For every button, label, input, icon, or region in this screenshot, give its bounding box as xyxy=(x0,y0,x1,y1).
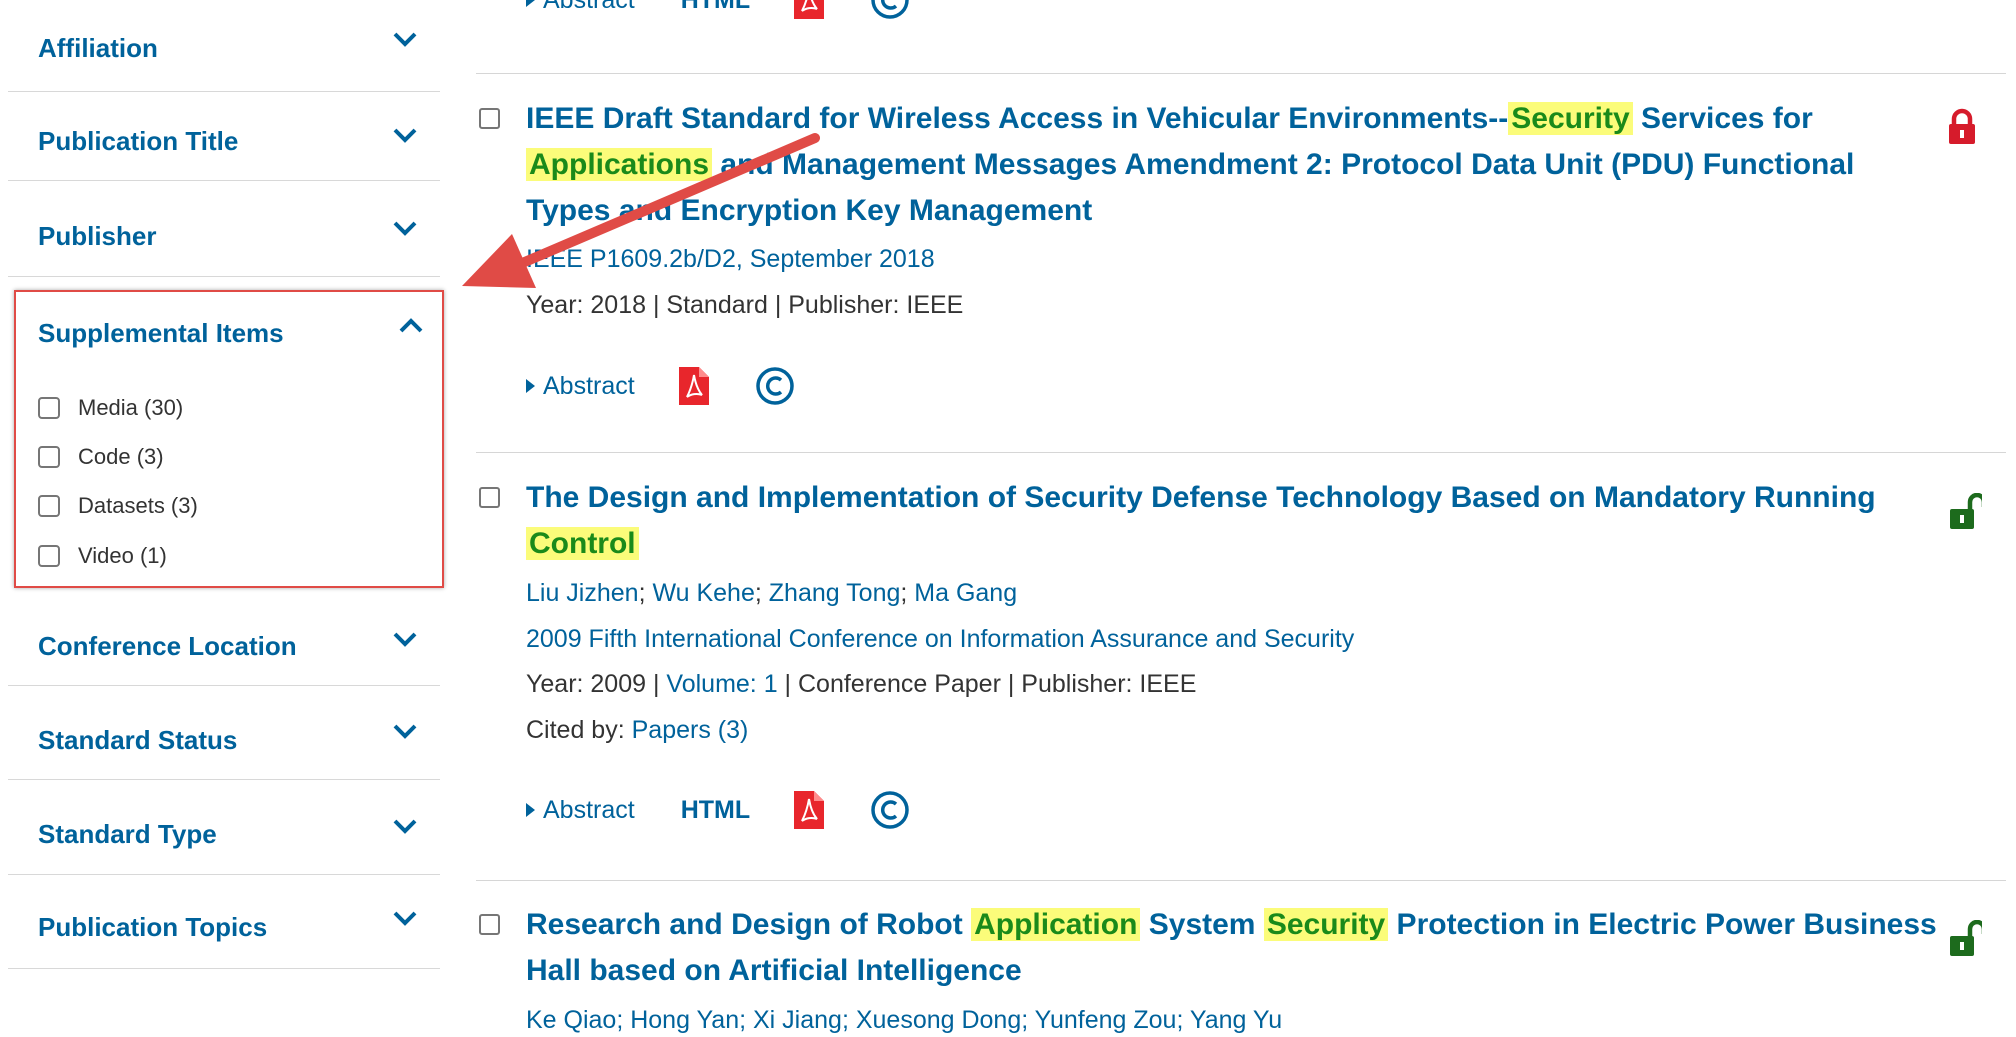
chevron-down-icon[interactable] xyxy=(392,126,418,146)
search-highlight: Control xyxy=(526,527,639,560)
title-text: System xyxy=(1140,908,1264,941)
copyright-icon[interactable] xyxy=(870,0,910,20)
chevron-down-icon[interactable] xyxy=(392,30,418,50)
result-checkbox[interactable] xyxy=(479,487,500,508)
title-text: IEEE Draft Standard for Wireless Access … xyxy=(526,102,1509,135)
abstract-label: Abstract xyxy=(543,795,635,824)
publication-source-link[interactable]: IEEE P1609.2b/D2, September 2018 xyxy=(526,242,935,276)
abstract-toggle[interactable]: Abstract xyxy=(526,796,635,825)
authors[interactable]: Ke Qiao; Hong Yan; Xi Jiang; Xuesong Don… xyxy=(526,1003,1282,1037)
result-meta: Year: 2018 | Standard | Publisher: IEEE xyxy=(526,291,964,319)
result-actions: Abstract xyxy=(526,364,795,408)
search-highlight: Security xyxy=(1508,102,1633,135)
facet-publication-title[interactable]: Publication Title xyxy=(8,88,440,181)
result-title-link[interactable]: The Design and Implementation of Securit… xyxy=(526,475,1906,567)
option-label: Media (30) xyxy=(78,395,184,420)
author-link[interactable]: Ma Gang xyxy=(914,579,1017,607)
search-results: Abstract HTML IEEE Draft Standard for Wi… xyxy=(476,0,2016,1034)
abstract-label: Abstract xyxy=(543,371,635,400)
filter-option-video[interactable]: Video (1) xyxy=(38,541,167,571)
cited-by-label: Cited by: xyxy=(526,716,625,744)
lock-open-icon xyxy=(1950,493,1982,529)
option-label: Code (3) xyxy=(78,444,164,469)
publication-source-link[interactable]: 2009 Fifth International Conference on I… xyxy=(526,622,1354,656)
checkbox[interactable] xyxy=(38,446,60,468)
result-actions: Abstract HTML xyxy=(526,0,910,22)
option-label: Datasets (3) xyxy=(78,493,198,518)
caret-right-icon xyxy=(526,379,535,393)
result-checkbox[interactable] xyxy=(479,914,500,935)
chevron-down-icon[interactable] xyxy=(392,219,418,239)
facet-publication-topics[interactable]: Publication Topics xyxy=(8,875,440,969)
facet-standard-status[interactable]: Standard Status xyxy=(8,686,440,780)
result-meta: Year: 2009 | Volume: 1 | Conference Pape… xyxy=(526,670,1197,698)
facet-label: Publisher xyxy=(38,221,157,251)
abstract-toggle[interactable]: Abstract xyxy=(526,0,635,15)
search-highlight: Security xyxy=(1263,908,1389,941)
chevron-down-icon[interactable] xyxy=(392,909,418,929)
facet-label: Affiliation xyxy=(38,33,158,63)
chevron-down-icon[interactable] xyxy=(392,817,418,837)
year-text: Year: 2009 xyxy=(526,670,647,698)
facet-affiliation[interactable]: Affiliation xyxy=(8,0,440,92)
lock-closed-icon xyxy=(1949,108,1975,144)
caret-right-icon xyxy=(526,0,535,7)
filter-option-datasets[interactable]: Datasets (3) xyxy=(38,491,198,521)
authors: Liu Jizhen; Wu Kehe; Zhang Tong; Ma Gang xyxy=(526,579,1018,607)
abstract-toggle[interactable]: Abstract xyxy=(526,372,635,401)
title-text: Services for xyxy=(1632,102,1813,135)
facet-publisher[interactable]: Publisher xyxy=(8,181,440,277)
search-highlight: Applications xyxy=(526,148,713,181)
title-text: Research and Design of Robot xyxy=(526,908,972,941)
title-text: and Management Messages Amendment 2: Pro… xyxy=(526,148,1855,227)
facet-label: Supplemental Items xyxy=(38,318,284,348)
search-highlight: Application xyxy=(971,908,1141,941)
copyright-icon[interactable] xyxy=(755,366,795,406)
author-link[interactable]: Zhang Tong xyxy=(769,579,901,607)
caret-right-icon xyxy=(526,803,535,817)
pdf-icon[interactable] xyxy=(794,0,825,19)
pdf-icon[interactable] xyxy=(678,367,709,405)
facet-label: Publication Topics xyxy=(38,912,268,942)
result-checkbox[interactable] xyxy=(479,108,500,129)
abstract-label: Abstract xyxy=(543,0,635,15)
html-link[interactable]: HTML xyxy=(681,0,750,15)
facet-label: Standard Status xyxy=(38,725,238,755)
result-actions: Abstract HTML xyxy=(526,788,910,832)
html-link[interactable]: HTML xyxy=(681,796,750,825)
divider xyxy=(476,73,2006,74)
volume-link[interactable]: Volume: 1 xyxy=(666,670,777,698)
lock-open-icon xyxy=(1950,920,1982,956)
result-title-link[interactable]: IEEE Draft Standard for Wireless Access … xyxy=(526,96,1926,234)
facet-label: Publication Title xyxy=(38,126,239,156)
chevron-down-icon[interactable] xyxy=(392,630,418,650)
author-link[interactable]: Liu Jizhen xyxy=(526,579,639,607)
divider xyxy=(476,452,2006,453)
copyright-icon[interactable] xyxy=(870,790,910,830)
filter-sidebar: Affiliation Publication Title Publisher … xyxy=(0,0,444,1034)
cited-by-link[interactable]: Papers (3) xyxy=(632,716,749,744)
filter-option-media[interactable]: Media (30) xyxy=(38,393,183,423)
facet-label: Standard Type xyxy=(38,819,217,849)
facet-conference-location[interactable]: Conference Location xyxy=(8,592,440,686)
result-title-link[interactable]: Research and Design of Robot Application… xyxy=(526,902,1946,994)
option-label: Video (1) xyxy=(78,543,167,568)
chevron-down-icon[interactable] xyxy=(392,722,418,742)
type-publisher-text: Conference Paper | Publisher: IEEE xyxy=(798,670,1197,698)
title-text: The Design and Implementation of Securit… xyxy=(526,481,1876,514)
citations: Cited by: Papers (3) xyxy=(526,713,748,747)
chevron-up-icon[interactable] xyxy=(398,316,424,336)
pdf-icon[interactable] xyxy=(794,791,825,829)
facet-standard-type[interactable]: Standard Type xyxy=(8,780,440,875)
checkbox[interactable] xyxy=(38,495,60,517)
checkbox[interactable] xyxy=(38,397,60,419)
filter-option-code[interactable]: Code (3) xyxy=(38,442,164,472)
author-link[interactable]: Wu Kehe xyxy=(652,579,754,607)
checkbox[interactable] xyxy=(38,545,60,567)
facet-label: Conference Location xyxy=(38,631,297,661)
supplemental-items-facet: Supplemental Items Media (30) Code (3) D… xyxy=(14,290,444,588)
divider xyxy=(476,880,2006,881)
